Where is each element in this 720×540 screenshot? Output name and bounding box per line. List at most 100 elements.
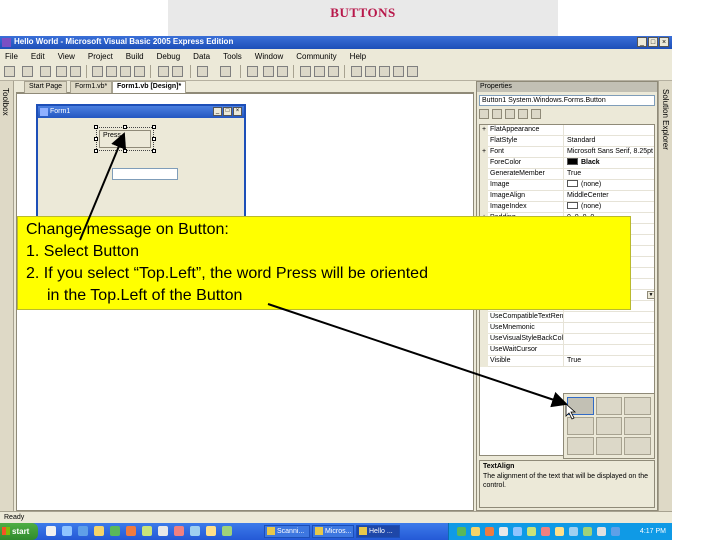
property-row[interactable]: + FlatAppearance xyxy=(480,125,654,136)
property-row[interactable]: Visible True xyxy=(480,356,654,367)
tray-icon[interactable] xyxy=(457,527,466,536)
quicklaunch-icon[interactable] xyxy=(174,526,184,536)
step-into-icon[interactable] xyxy=(300,66,311,77)
tab-form1-design[interactable]: Form1.vb [Design]* xyxy=(112,81,187,93)
tab-form1-code[interactable]: Form1.vb* xyxy=(70,81,113,93)
property-row[interactable]: FlatStyle Standard xyxy=(480,136,654,147)
tab-start-page[interactable]: Start Page xyxy=(24,81,68,93)
quicklaunch-icon[interactable] xyxy=(142,526,152,536)
tray-icon[interactable] xyxy=(471,527,480,536)
new-project-icon[interactable] xyxy=(4,66,15,77)
property-value[interactable] xyxy=(565,312,654,323)
resize-handle[interactable] xyxy=(152,149,156,153)
align-middle-left[interactable] xyxy=(567,417,594,435)
property-row[interactable]: ForeColor Black xyxy=(480,158,654,169)
quicklaunch-icon[interactable] xyxy=(158,526,168,536)
start-debugging-icon[interactable] xyxy=(247,66,258,77)
property-value[interactable] xyxy=(565,323,654,334)
align-top-right[interactable] xyxy=(624,397,651,415)
tray-icon[interactable] xyxy=(485,527,494,536)
menu-window[interactable]: Window xyxy=(255,52,283,61)
tray-icon[interactable] xyxy=(527,527,536,536)
property-value[interactable]: MiddleCenter xyxy=(565,191,654,202)
property-row[interactable]: ImageIndex (none) xyxy=(480,202,654,213)
resize-handle[interactable] xyxy=(152,125,156,129)
property-name[interactable]: Font xyxy=(489,147,564,158)
find-icon[interactable] xyxy=(351,66,362,77)
property-value[interactable] xyxy=(565,125,654,136)
property-row[interactable]: ImageAlign MiddleCenter xyxy=(480,191,654,202)
expand-icon[interactable]: + xyxy=(480,147,488,158)
tray-icon[interactable] xyxy=(611,527,620,536)
tray-icon[interactable] xyxy=(597,527,606,536)
tray-icon[interactable] xyxy=(513,527,522,536)
align-bottom-left[interactable] xyxy=(567,437,594,455)
copy-icon[interactable] xyxy=(106,66,117,77)
resize-handle[interactable] xyxy=(94,125,98,129)
delete-icon[interactable] xyxy=(134,66,145,77)
tray-icon[interactable] xyxy=(569,527,578,536)
property-pages-icon[interactable] xyxy=(531,109,541,119)
undo-icon[interactable] xyxy=(197,66,208,77)
form-minimize-button[interactable]: _ xyxy=(213,107,222,116)
align-bottom-right[interactable] xyxy=(624,437,651,455)
tray-icon[interactable] xyxy=(541,527,550,536)
menu-data[interactable]: Data xyxy=(193,52,210,61)
step-out-icon[interactable] xyxy=(328,66,339,77)
property-value[interactable]: Microsoft Sans Serif, 8.25pt xyxy=(565,147,654,158)
text-align-picker[interactable] xyxy=(563,393,655,459)
button1[interactable]: Press xyxy=(96,127,154,151)
property-name[interactable]: FlatAppearance xyxy=(489,125,564,136)
menu-help[interactable]: Help xyxy=(350,52,366,61)
paste-icon[interactable] xyxy=(120,66,131,77)
toolbox-tab[interactable]: Toolbox xyxy=(0,81,14,511)
dropdown-arrow-icon[interactable]: ▼ xyxy=(647,291,654,299)
cut-icon[interactable] xyxy=(92,66,103,77)
property-name[interactable]: UseVisualStyleBackColor xyxy=(489,334,564,345)
open-file-icon[interactable] xyxy=(40,66,51,77)
property-name[interactable]: FlatStyle xyxy=(489,136,564,147)
form1-titlebar[interactable]: Form1 _ □ × xyxy=(38,106,244,118)
close-button[interactable]: × xyxy=(659,37,669,47)
window-titlebar[interactable]: Hello World - Microsoft Visual Basic 200… xyxy=(0,36,672,49)
quicklaunch-icon[interactable] xyxy=(46,526,56,536)
alphabetical-icon[interactable] xyxy=(492,109,502,119)
property-row[interactable]: GenerateMember True xyxy=(480,169,654,180)
resize-handle[interactable] xyxy=(94,149,98,153)
quicklaunch-icon[interactable] xyxy=(222,526,232,536)
property-name[interactable]: GenerateMember xyxy=(489,169,564,180)
align-top-center[interactable] xyxy=(595,397,623,415)
property-name[interactable]: UseWaitCursor xyxy=(489,345,564,356)
step-over-icon[interactable] xyxy=(314,66,325,77)
align-middle-center[interactable] xyxy=(595,417,623,435)
textbox1[interactable] xyxy=(112,168,178,180)
task-hello-world[interactable]: Hello ... xyxy=(356,525,400,538)
property-value[interactable]: True xyxy=(565,356,654,367)
task-microsoft[interactable]: Micros... xyxy=(312,525,354,538)
align-middle-right[interactable] xyxy=(624,417,651,435)
quicklaunch-icon[interactable] xyxy=(190,526,200,536)
save-icon[interactable] xyxy=(56,66,67,77)
align-top-left[interactable] xyxy=(567,397,594,415)
save-all-icon[interactable] xyxy=(70,66,81,77)
task-scanning[interactable]: Scanni... xyxy=(264,525,310,538)
property-value[interactable]: Standard xyxy=(565,136,654,147)
resize-handle[interactable] xyxy=(94,137,98,141)
property-row[interactable]: UseWaitCursor xyxy=(480,345,654,356)
property-row[interactable]: UseVisualStyleBackColor xyxy=(480,334,654,345)
quicklaunch-icon[interactable] xyxy=(110,526,120,536)
quicklaunch-icon[interactable] xyxy=(206,526,216,536)
property-name[interactable]: Visible xyxy=(489,356,564,367)
menu-file[interactable]: File xyxy=(5,52,18,61)
form-maximize-button[interactable]: □ xyxy=(223,107,232,116)
menu-community[interactable]: Community xyxy=(296,52,336,61)
events-icon[interactable] xyxy=(518,109,528,119)
quicklaunch-icon[interactable] xyxy=(94,526,104,536)
property-value[interactable] xyxy=(565,345,654,356)
quicklaunch-icon[interactable] xyxy=(126,526,136,536)
property-value[interactable]: (none) xyxy=(565,180,654,191)
menu-edit[interactable]: Edit xyxy=(31,52,45,61)
resize-handle[interactable] xyxy=(152,137,156,141)
quicklaunch-icon[interactable] xyxy=(62,526,72,536)
resize-handle[interactable] xyxy=(123,125,127,129)
